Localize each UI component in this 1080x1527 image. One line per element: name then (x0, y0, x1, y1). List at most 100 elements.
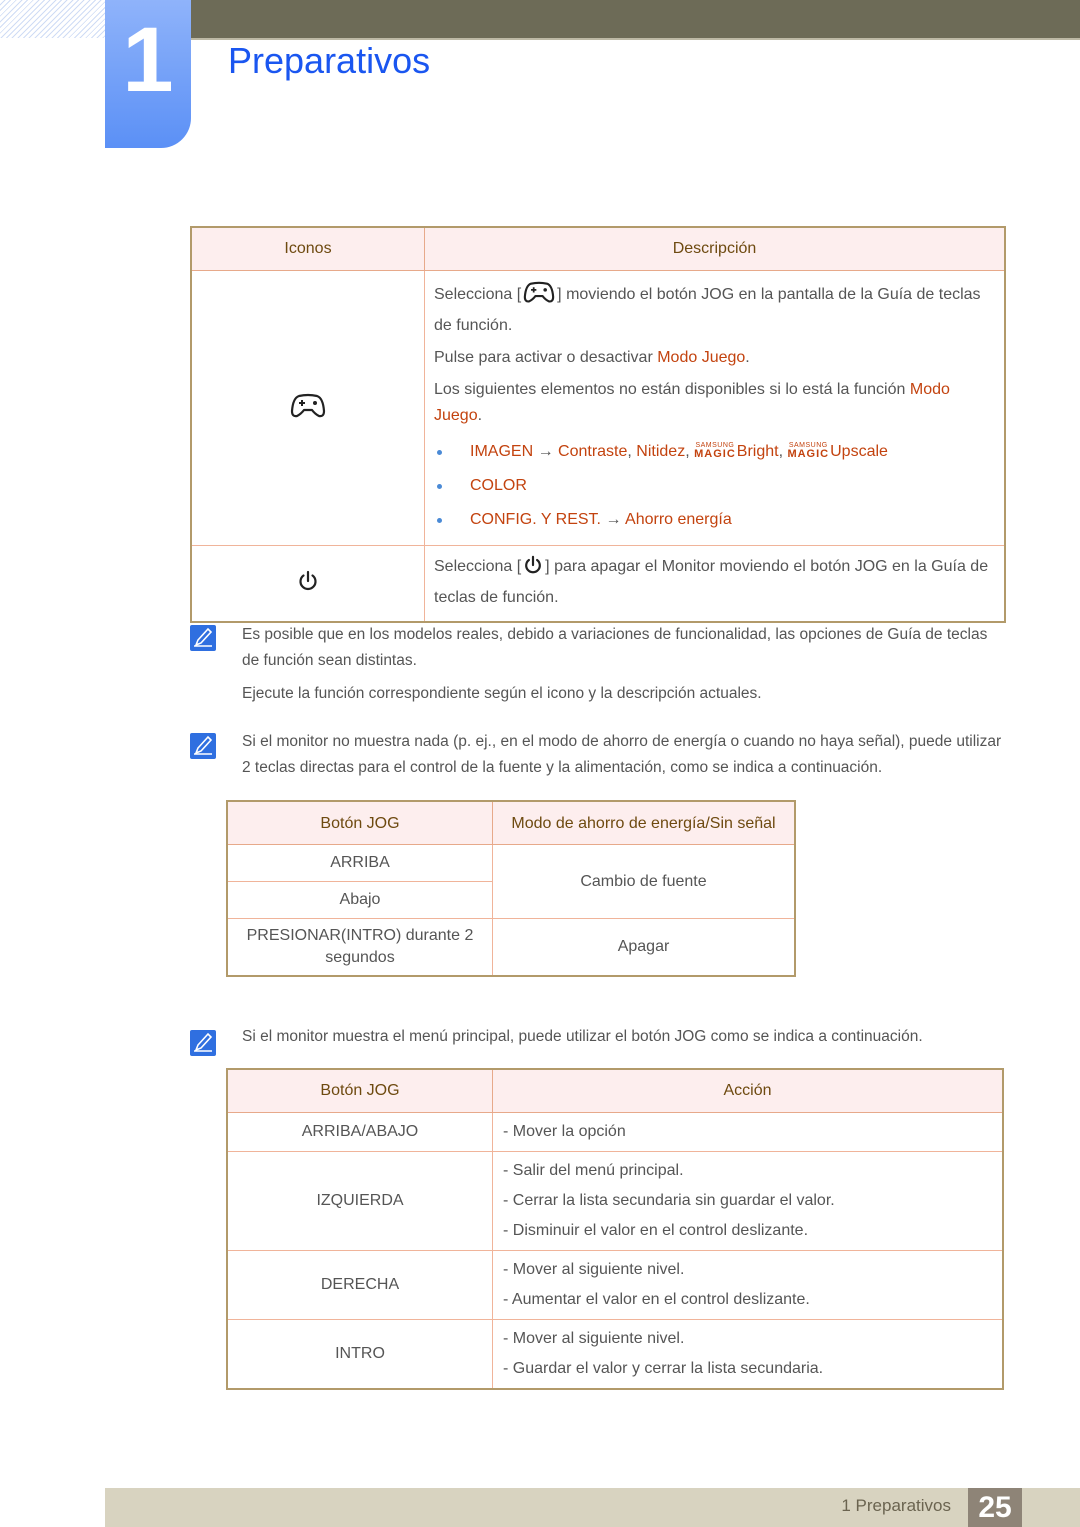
menu-name: COLOR (470, 477, 527, 494)
decorative-hatch (0, 0, 105, 38)
bullet-dot (437, 450, 442, 455)
jog-button-cell: ARRIBA (226, 844, 493, 882)
column-header-description: Descripción (424, 226, 1006, 271)
table-row: Selecciona [] moviendo el botón JOG en l… (190, 270, 1006, 546)
action-cell: - Mover al siguiente nivel. - Aumentar e… (492, 1250, 1004, 1320)
jog-button-cell: ARRIBA/ABAJO (226, 1112, 493, 1152)
note-text: Si el monitor muestra el menú principal,… (242, 1028, 923, 1045)
unavailable-items-list: IMAGEN → Contraste, Nitidez, SAMSUNG MAGI… (434, 435, 994, 537)
text-fragment: Selecciona [ (434, 558, 522, 575)
description-cell: Selecciona [] para apagar el Monitor mov… (424, 545, 1006, 623)
column-header-power-saving: Modo de ahorro de energía/Sin señal (492, 800, 796, 845)
note-pencil-icon (190, 625, 216, 651)
action-cell: - Salir del menú principal. - Cerrar la … (492, 1151, 1004, 1251)
unavailable-items-text: Los siguientes elementos no están dispon… (434, 377, 994, 429)
description-cell: Selecciona [] moviendo el botón JOG en l… (424, 270, 1006, 546)
menu-item: Upscale (830, 443, 888, 460)
column-header-icons: Iconos (190, 226, 425, 271)
note-pencil-icon (190, 733, 216, 759)
action-line: - Guardar el valor y cerrar la lista sec… (503, 1360, 824, 1377)
jog-button-cell: INTRO (226, 1319, 493, 1390)
note: Es posible que en los modelos reales, de… (242, 622, 1007, 707)
menu-item: Bright (736, 443, 779, 460)
logo-bottom: MAGIC (694, 448, 736, 460)
note-pencil-icon (190, 1030, 216, 1056)
note-text: Ejecute la función correspondiente según… (242, 685, 762, 702)
action-line: - Mover al siguiente nivel. (503, 1330, 685, 1347)
column-header-jog-button: Botón JOG (226, 800, 493, 845)
jog-button-cell: Abajo (226, 881, 493, 919)
table-row: ARRIBA/ABAJO - Mover la opción (226, 1112, 1004, 1152)
arrow-icon: → (605, 511, 622, 528)
select-game-text: Selecciona [] moviendo el botón JOG en l… (434, 281, 994, 339)
note-text: Si el monitor no muestra nada (p. ej., e… (242, 733, 1002, 776)
chapter-tab: 1 (105, 0, 191, 148)
jog-button-cell: DERECHA (226, 1250, 493, 1320)
page-number: 25 (968, 1488, 1022, 1527)
toggle-game-mode-text: Pulse para activar o desactivar Modo Jue… (434, 345, 994, 371)
samsung-magic-logo: SAMSUNG MAGIC (694, 442, 736, 460)
separator: , (778, 443, 788, 460)
action-cell: Cambio de fuente (492, 844, 796, 919)
separator: , (685, 443, 695, 460)
gamepad-icon (523, 281, 555, 313)
action-line: - Mover al siguiente nivel. (503, 1261, 685, 1278)
game-mode-highlight: Modo Juego (657, 349, 746, 366)
table-row: Selecciona [] para apagar el Monitor mov… (190, 545, 1006, 623)
list-item: COLOR (434, 469, 994, 503)
text-fragment: . (745, 349, 750, 366)
samsung-magic-logo: SAMSUNG MAGIC (787, 442, 829, 460)
power-saving-table: Botón JOG Modo de ahorro de energía/Sin … (226, 800, 796, 977)
table-row: ARRIBA Cambio de fuente (226, 844, 796, 919)
action-line: - Cerrar la lista secundaria sin guardar… (503, 1192, 835, 1209)
text-fragment: Pulse para activar o desactivar (434, 349, 658, 366)
logo-bottom: MAGIC (787, 448, 830, 460)
action-line: - Mover la opción (503, 1123, 626, 1140)
menu-item: Contraste (558, 443, 628, 460)
list-item: CONFIG. Y REST. → Ahorro energía (434, 503, 994, 537)
text-fragment: Selecciona [ (434, 286, 522, 303)
table-row: PRESIONAR(INTRO) durante 2 segundos Apag… (226, 918, 796, 977)
separator: , (627, 443, 637, 460)
action-line: - Disminuir el valor en el control desli… (503, 1222, 809, 1239)
gamepad-icon (290, 393, 326, 423)
text-fragment: Los siguientes elementos no están dispon… (434, 381, 910, 398)
power-icon (523, 554, 543, 585)
list-item: IMAGEN → Contraste, Nitidez, SAMSUNG MAGI… (434, 435, 994, 469)
menu-name: IMAGEN (470, 443, 534, 460)
arrow-icon: → (537, 443, 554, 460)
jog-button-cell: PRESIONAR(INTRO) durante 2 segundos (226, 918, 493, 977)
action-cell: - Mover al siguiente nivel. - Guardar el… (492, 1319, 1004, 1390)
note-text: Es posible que en los modelos reales, de… (242, 626, 988, 669)
table-header-row: Iconos Descripción (190, 226, 1006, 271)
table-header-row: Botón JOG Acción (226, 1068, 1004, 1113)
menu-name: CONFIG. Y REST. (470, 511, 601, 528)
icon-cell (190, 545, 425, 623)
column-header-jog-button: Botón JOG (226, 1068, 493, 1113)
note: Si el monitor muestra el menú principal,… (242, 1024, 1007, 1050)
chapter-number: 1 (122, 9, 174, 111)
table-row: INTRO - Mover al siguiente nivel. - Guar… (226, 1319, 1004, 1390)
action-line: - Aumentar el valor en el control desliz… (503, 1291, 810, 1308)
jog-button-cell: IZQUIERDA (226, 1151, 493, 1251)
bullet-dot (437, 518, 442, 523)
column-header-action: Acción (492, 1068, 1004, 1113)
menu-item: Nitidez (636, 443, 686, 460)
power-icon (297, 570, 319, 596)
icon-cell (190, 270, 425, 546)
footer-section-label: 1 Preparativos (841, 1496, 951, 1515)
header-bar (190, 0, 1080, 40)
action-line: - Salir del menú principal. (503, 1162, 684, 1179)
action-cell: Apagar (492, 918, 796, 977)
table-row: IZQUIERDA - Salir del menú principal. - … (226, 1151, 1004, 1251)
action-cell: - Mover la opción (492, 1112, 1004, 1152)
menu-item: Ahorro energía (625, 511, 732, 528)
table-header-row: Botón JOG Modo de ahorro de energía/Sin … (226, 800, 796, 845)
table-row: DERECHA - Mover al siguiente nivel. - Au… (226, 1250, 1004, 1320)
chapter-title: Preparativos (228, 40, 431, 81)
icons-table: Iconos Descripción Selecciona [] moviend… (190, 226, 1006, 623)
text-fragment: . (477, 407, 483, 424)
select-power-text: Selecciona [] para apagar el Monitor mov… (434, 554, 994, 611)
note: Si el monitor no muestra nada (p. ej., e… (242, 729, 1007, 781)
bullet-dot (437, 484, 442, 489)
